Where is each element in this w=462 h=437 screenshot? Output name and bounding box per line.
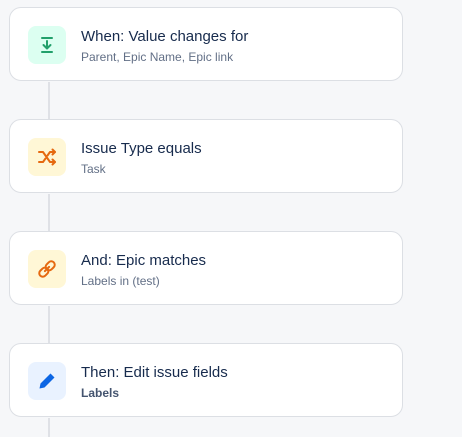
action-subtitle: Labels [81, 386, 120, 400]
pencil-icon [28, 362, 66, 400]
flow-connector [48, 82, 50, 119]
link-icon [28, 250, 66, 288]
shuffle-icon [28, 138, 66, 176]
condition-subtitle: Task [81, 162, 106, 176]
condition-title: Issue Type equals [81, 140, 202, 157]
related-condition-card[interactable]: And: Epic matches Labels in (test) [9, 231, 403, 305]
related-condition-subtitle: Labels in (test) [81, 274, 160, 288]
action-card[interactable]: Then: Edit issue fields Labels [9, 343, 403, 417]
download-arrow-icon [28, 26, 66, 64]
condition-card[interactable]: Issue Type equals Task [9, 119, 403, 193]
trigger-title: When: Value changes for [81, 28, 249, 45]
trigger-subtitle: Parent, Epic Name, Epic link [81, 50, 234, 64]
flow-connector [48, 418, 50, 437]
action-title: Then: Edit issue fields [81, 364, 228, 381]
flow-connector [48, 194, 50, 231]
flow-connector [48, 306, 50, 343]
trigger-card[interactable]: When: Value changes for Parent, Epic Nam… [9, 7, 403, 81]
related-condition-title: And: Epic matches [81, 252, 207, 269]
